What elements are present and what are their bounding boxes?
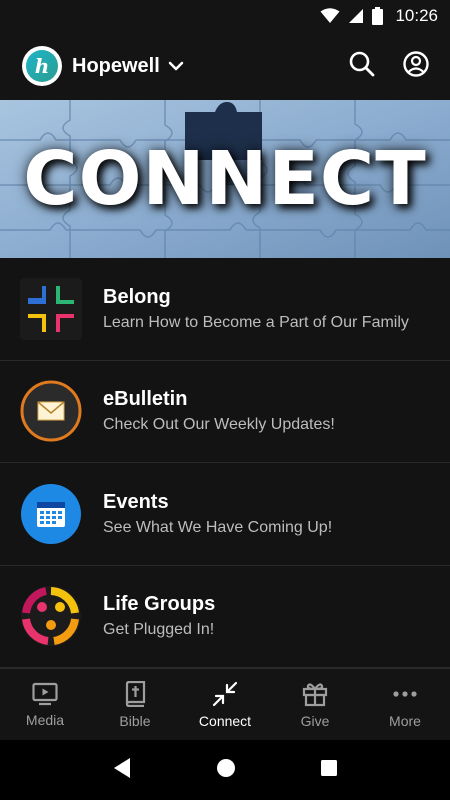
nav-media[interactable]: Media xyxy=(0,669,90,740)
connect-list: Belong Learn How to Become a Part of Our… xyxy=(0,258,450,668)
back-icon[interactable] xyxy=(112,757,132,784)
item-title: eBulletin xyxy=(103,388,188,411)
item-subtitle: Learn How to Become a Part of Our Family xyxy=(103,313,409,331)
svg-text:h: h xyxy=(35,54,50,78)
connect-banner[interactable]: CONNECT xyxy=(0,100,450,258)
more-dots-icon xyxy=(393,690,417,697)
battery-icon xyxy=(372,7,384,25)
list-item-life-groups[interactable]: Life Groups Get Plugged In! xyxy=(0,566,450,668)
church-logo-icon: h xyxy=(26,50,58,82)
signal-icon xyxy=(349,9,364,23)
belong-grid-icon xyxy=(20,277,82,340)
item-title: Events xyxy=(103,490,169,513)
church-name[interactable]: Hopewell xyxy=(72,55,160,78)
item-subtitle: See What We Have Coming Up! xyxy=(103,518,333,536)
list-item-events[interactable]: Events See What We Have Coming Up! xyxy=(0,463,450,566)
account-icon[interactable] xyxy=(402,50,430,83)
nav-label: More xyxy=(389,712,421,729)
gift-icon xyxy=(302,682,328,706)
nav-label: Bible xyxy=(119,712,151,729)
connect-arrows-icon xyxy=(212,681,238,706)
status-time: 10:26 xyxy=(395,6,438,25)
nav-label: Media xyxy=(25,711,65,728)
wifi-icon xyxy=(320,8,340,23)
people-circle-icon xyxy=(20,585,82,647)
app-header: h Hopewell xyxy=(0,32,450,100)
nav-bible[interactable]: Bible xyxy=(90,669,180,740)
home-icon[interactable] xyxy=(216,758,236,783)
item-title: Belong xyxy=(103,285,171,308)
banner-title: CONNECT xyxy=(23,136,427,222)
church-logo[interactable]: h xyxy=(22,46,62,86)
list-item-belong[interactable]: Belong Learn How to Become a Part of Our… xyxy=(0,258,450,361)
status-bar: 10:26 xyxy=(0,0,450,32)
bottom-navigation: Media Bible Connect Give More xyxy=(0,668,450,740)
list-item-ebulletin[interactable]: eBulletin Check Out Our Weekly Updates! xyxy=(0,361,450,463)
search-icon[interactable] xyxy=(348,50,376,83)
nav-label: Give xyxy=(300,712,330,729)
nav-label: Connect xyxy=(198,712,252,729)
chevron-down-icon[interactable] xyxy=(168,61,184,71)
item-subtitle: Get Plugged In! xyxy=(103,621,215,639)
nav-connect[interactable]: Connect xyxy=(180,669,270,740)
item-subtitle: Check Out Our Weekly Updates! xyxy=(103,416,335,434)
bible-icon xyxy=(125,680,146,707)
system-navigation-bar xyxy=(0,740,450,800)
nav-give[interactable]: Give xyxy=(270,669,360,740)
nav-more[interactable]: More xyxy=(360,669,450,740)
item-title: Life Groups xyxy=(103,593,216,616)
tv-icon xyxy=(32,682,58,705)
calendar-icon xyxy=(20,483,82,545)
envelope-icon xyxy=(20,380,82,442)
recents-icon[interactable] xyxy=(320,759,338,782)
